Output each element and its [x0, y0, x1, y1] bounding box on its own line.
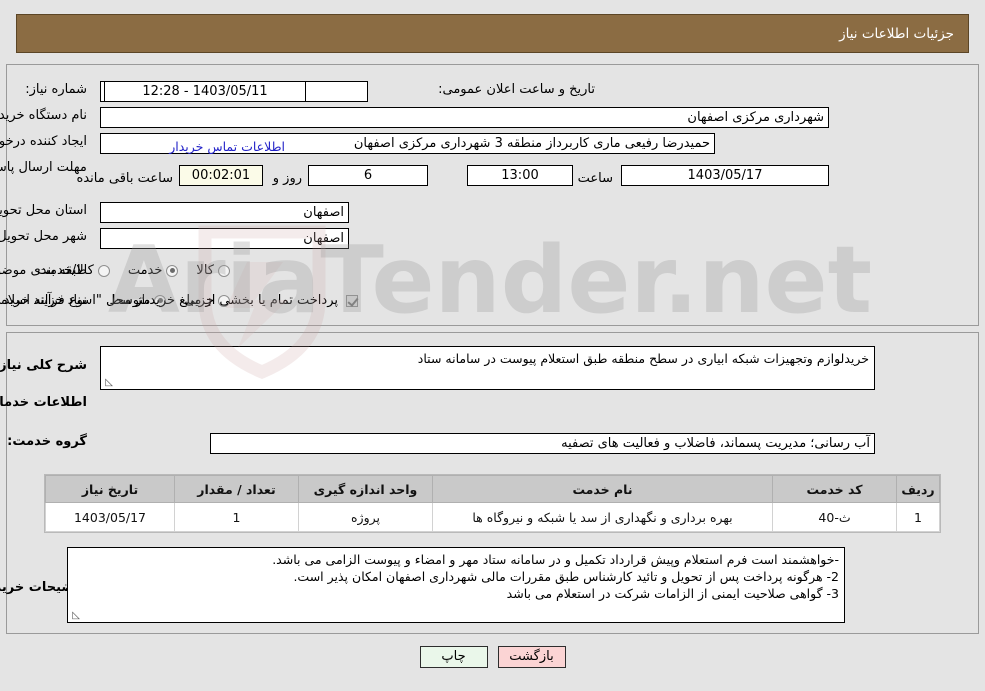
resize-grip-icon: ◺ — [72, 610, 80, 621]
col-service-name: نام خدمت — [432, 475, 773, 503]
buyer-org-label: نام دستگاه خریدار: — [0, 108, 87, 123]
remaining-days-value: 6 — [308, 165, 428, 186]
cell-service-code: ث-40 — [772, 502, 897, 532]
category-option-goods[interactable]: کالا — [178, 263, 230, 278]
buyer-notes-textarea[interactable]: -خواهشمند است فرم استعلام وپیش قرارداد ت… — [67, 547, 845, 623]
service-group-label: گروه خدمت: — [7, 434, 87, 449]
need-info-panel — [6, 64, 979, 326]
announcement-label: تاریخ و ساعت اعلان عمومی: — [438, 82, 595, 97]
radio-service[interactable] — [166, 264, 179, 277]
buyer-notes-line-3: 3- گواهی صلاحیت ایمنی از الزامات شرکت در… — [506, 586, 839, 601]
general-description-label: شرح کلی نیاز: — [0, 358, 87, 373]
cell-service-name: بهره برداری و نگهداری از سد یا شبکه و نی… — [432, 502, 773, 532]
remaining-days-suffix: روز و — [272, 171, 302, 186]
page-title: جزئیات اطلاعات نیاز — [839, 25, 954, 42]
need-number-label: شماره نیاز: — [25, 82, 87, 97]
delivery-city-label: شهر محل تحویل: — [0, 229, 87, 244]
buyer-contact-link[interactable]: اطلاعات تماس خریدار — [169, 139, 285, 154]
treasury-bond-row: پرداخت تمام یا بخشی از مبلغ خرید،از محل … — [0, 293, 358, 308]
deadline-date-value: 1403/05/17 — [621, 165, 829, 186]
announcement-datetime-value: 1403/05/11 - 12:28 — [104, 81, 306, 102]
subject-category-options: کالا خدمت کالا/خدمت — [19, 263, 230, 278]
col-unit: واحد اندازه گیری — [298, 475, 433, 503]
deadline-hour-label: ساعت — [577, 171, 613, 186]
service-group-value: آب رسانی؛ مدیریت پسماند، فاضلاب و فعالیت… — [210, 433, 875, 454]
action-button-row: بازگشت چاپ — [0, 646, 985, 668]
buyer-org-value: شهرداری مرکزی اصفهان — [100, 107, 829, 128]
buyer-notes-line-2: 2- هرگونه پرداخت پس از تحویل و تائید کار… — [293, 569, 839, 584]
deadline-hour-value: 13:00 — [467, 165, 573, 186]
back-button[interactable]: بازگشت — [497, 646, 566, 668]
radio-goods[interactable] — [218, 264, 230, 277]
col-quantity: تعداد / مقدار — [174, 475, 299, 503]
table-header-row: ردیف کد خدمت نام خدمت واحد اندازه گیری ت… — [45, 475, 940, 503]
table-row[interactable]: 1 ث-40 بهره برداری و نگهداری از سد یا شب… — [45, 502, 940, 532]
category-option-goods-label: کالا — [196, 263, 214, 278]
col-service-code: کد خدمت — [772, 475, 897, 503]
buyer-notes-line-1: -خواهشمند است فرم استعلام وپیش قرارداد ت… — [272, 552, 839, 567]
treasury-bond-text: پرداخت تمام یا بخشی از مبلغ خرید،از محل … — [0, 293, 338, 308]
countdown-suffix: ساعت باقی مانده — [76, 171, 173, 186]
delivery-province-value: اصفهان — [100, 202, 349, 223]
page-header: جزئیات اطلاعات نیاز — [16, 14, 969, 53]
services-table-wrapper: ردیف کد خدمت نام خدمت واحد اندازه گیری ت… — [44, 474, 941, 533]
category-option-service[interactable]: خدمت — [110, 263, 179, 278]
services-table: ردیف کد خدمت نام خدمت واحد اندازه گیری ت… — [45, 475, 940, 532]
request-creator-label: ایجاد کننده درخواست: — [0, 134, 87, 149]
category-option-goods-service[interactable]: کالا/خدمت — [19, 263, 110, 278]
cell-quantity: 1 — [174, 502, 299, 532]
col-row: ردیف — [896, 475, 940, 503]
print-button[interactable]: چاپ — [419, 646, 488, 668]
delivery-city-value: اصفهان — [100, 228, 349, 249]
general-description-value: خریدلوازم وتجهیزات شبکه ابیاری در سطح من… — [417, 351, 869, 366]
col-need-date: تاریخ نیاز — [45, 475, 175, 503]
delivery-province-label: استان محل تحویل: — [0, 203, 87, 218]
radio-goods-service[interactable] — [97, 264, 110, 277]
cell-unit: پروژه — [298, 502, 433, 532]
general-description-textarea[interactable]: خریدلوازم وتجهیزات شبکه ابیاری در سطح من… — [100, 346, 875, 390]
services-section-heading: اطلاعات خدمات مورد نیاز — [0, 395, 87, 410]
cell-need-date: 1403/05/17 — [45, 502, 175, 532]
countdown-timer-value: 00:02:01 — [179, 165, 263, 186]
category-option-goods-service-label: کالا/خدمت — [37, 263, 94, 278]
category-option-service-label: خدمت — [127, 263, 163, 278]
deadline-label: مهلت ارسال پاسخ: تا تاریخ: — [0, 160, 87, 175]
treasury-bond-checkbox[interactable] — [346, 294, 358, 307]
cell-row: 1 — [896, 502, 940, 532]
resize-grip-icon: ◺ — [105, 377, 113, 388]
tender-details-page: AriaTender.net جزئیات اطلاعات نیاز شماره… — [0, 0, 985, 691]
